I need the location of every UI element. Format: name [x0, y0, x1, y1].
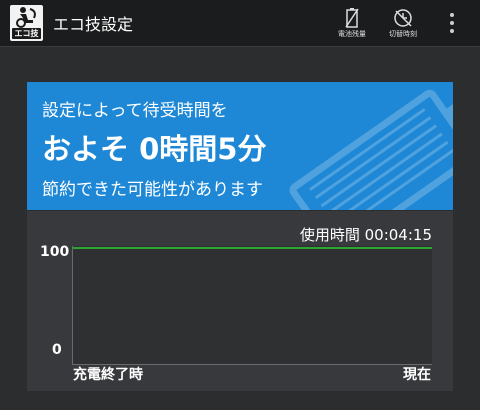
switch-time-button[interactable]: 切替時刻 [381, 6, 425, 42]
switch-time-label: 切替時刻 [389, 30, 417, 38]
banner-line-3: 節約できた可能性があります [42, 180, 263, 200]
x-label-now: 現在 [403, 367, 431, 383]
battery-level-button[interactable]: 電池残量 [330, 6, 374, 42]
chart-plot-area [72, 246, 432, 365]
chart-svg [73, 247, 432, 249]
action-bar: エコ技 エコ技設定 電池残量 切替時刻 [0, 0, 480, 47]
eco-person-icon [16, 7, 36, 28]
savings-banner: 設定によって待受時間を およそ 0時間5分 節約できた可能性があります [27, 82, 453, 210]
app-icon[interactable]: エコ技 [10, 5, 43, 41]
y-tick-max: 100 [40, 244, 70, 260]
banner-saved-time: およそ 0時間5分 [42, 132, 267, 166]
app-icon-label: エコ技 [12, 28, 41, 39]
app-title: エコ技設定 [53, 15, 134, 34]
usage-chart-panel: 使用時間 00:04:15 100 0 充電終了時 現在 [27, 211, 453, 391]
overflow-menu-icon[interactable] [444, 10, 460, 36]
y-tick-min: 0 [52, 342, 62, 358]
banner-line-1: 設定によって待受時間を [42, 101, 228, 121]
battery-level-label: 電池残量 [338, 30, 366, 38]
x-label-charge-end: 充電終了時 [73, 367, 143, 383]
usage-time: 使用時間 00:04:15 [299, 226, 432, 244]
clock-crossed-icon [394, 9, 412, 27]
battery-crossed-icon [345, 8, 359, 28]
